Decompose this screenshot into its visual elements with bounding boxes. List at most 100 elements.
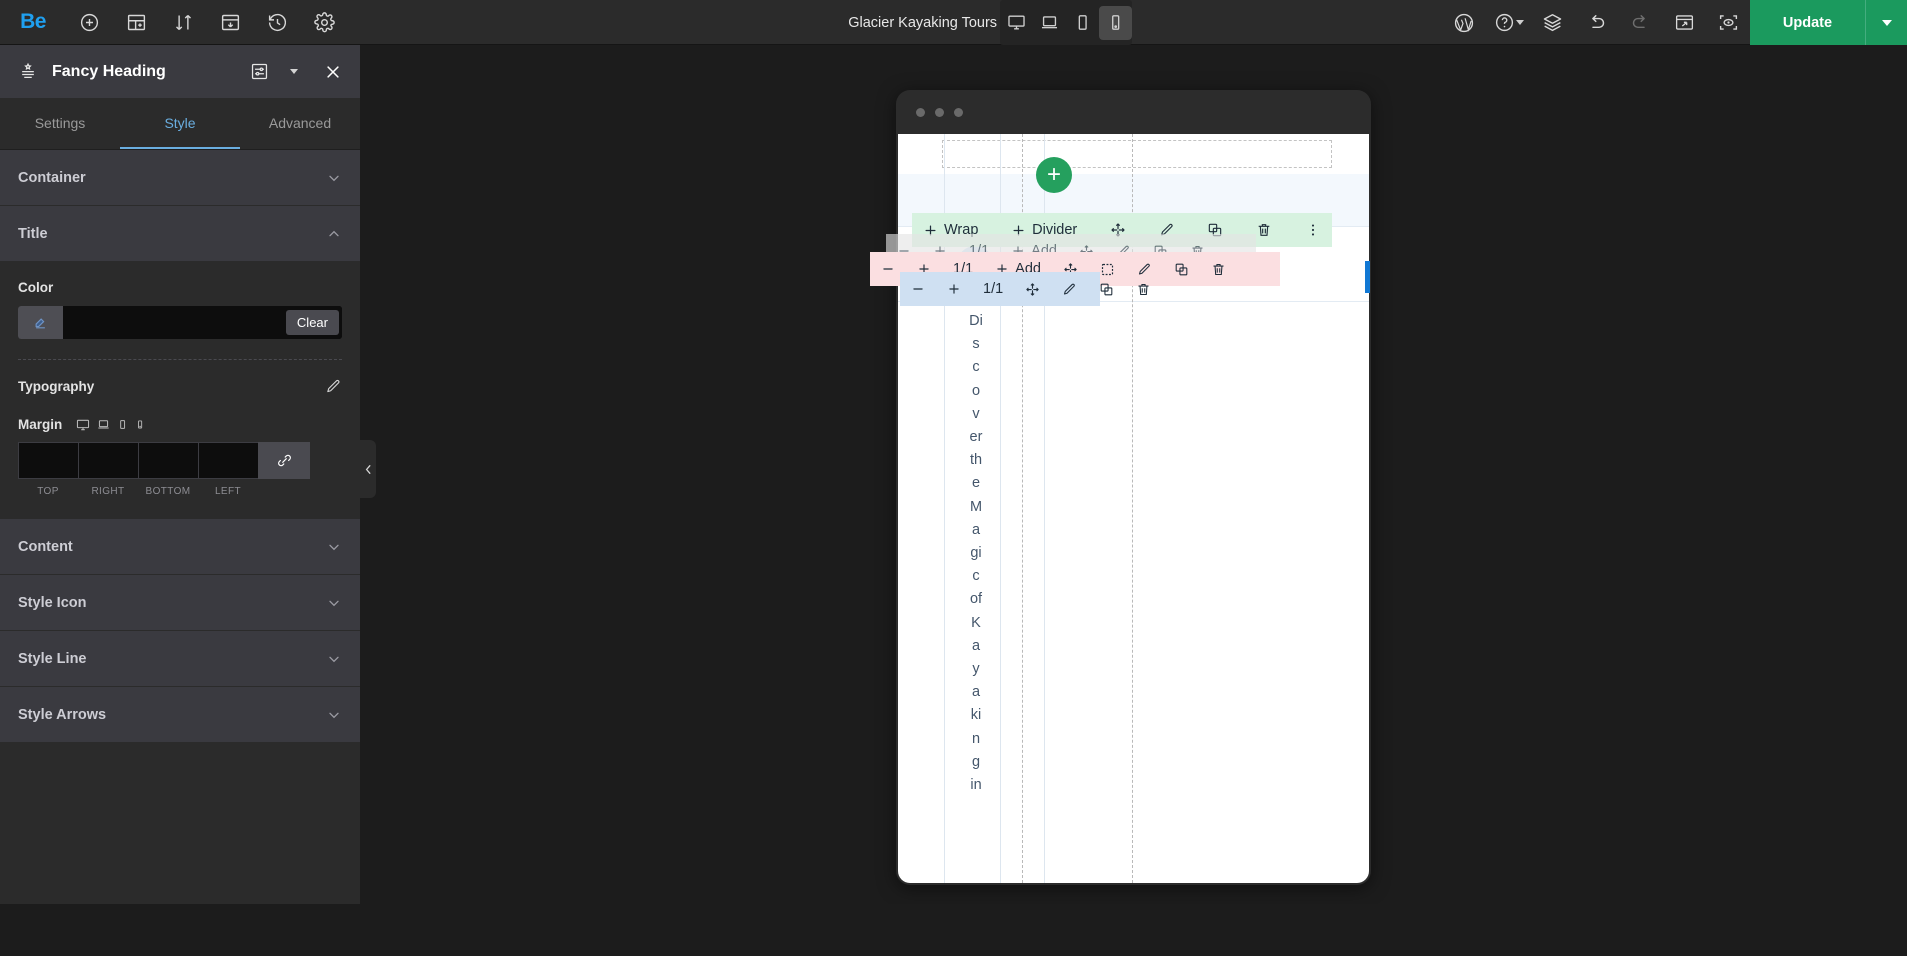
update-button[interactable]: Update <box>1750 0 1865 45</box>
element-delete-button[interactable] <box>1125 272 1162 306</box>
section-header-style-line[interactable]: Style Line <box>0 631 360 687</box>
margin-row: Margin <box>18 417 342 432</box>
device-desktop-button[interactable] <box>1000 0 1033 45</box>
device-mobile-button[interactable] <box>1099 5 1132 40</box>
typography-row: Typography <box>18 360 342 395</box>
top-toolbar-left-group: Be <box>0 0 348 45</box>
chevron-down-icon <box>326 170 342 186</box>
heading-fragment: n <box>971 730 981 747</box>
save-template-icon[interactable] <box>1662 0 1706 45</box>
top-toolbar-right-group: Update <box>1442 0 1907 45</box>
device-laptop-button[interactable] <box>1033 0 1066 45</box>
heading-fragment: o <box>971 382 981 399</box>
element-ratio-label: 1/1 <box>972 272 1014 306</box>
margin-bottom-label: BOTTOM <box>145 486 191 497</box>
undo-icon[interactable] <box>1574 0 1618 45</box>
redo-icon[interactable] <box>1618 0 1662 45</box>
margin-top-input[interactable] <box>19 443 78 478</box>
bricks-logo[interactable]: Be <box>0 0 66 45</box>
close-panel-icon[interactable] <box>324 63 342 81</box>
wordpress-icon[interactable] <box>1442 0 1486 45</box>
margin-left-cell[interactable] <box>198 442 258 479</box>
section-header-title[interactable]: Title <box>0 206 360 262</box>
margin-labels: TOP RIGHT BOTTOM LEFT <box>18 486 342 497</box>
element-edit-button[interactable] <box>1051 272 1088 306</box>
color-value-field[interactable]: Clear <box>63 306 342 339</box>
margin-inputs <box>18 442 342 479</box>
element-presets-icon[interactable] <box>250 62 269 81</box>
heading-fragment: of <box>969 591 983 608</box>
duplicate-icon <box>1175 263 1188 275</box>
heading-vertical-text[interactable]: Di s c o v er th e Ma gi c of Ka y a ki n g in <box>954 310 998 797</box>
element-settings-panel: Fancy Heading Settings Style Advanced Co… <box>0 45 360 904</box>
section-label-container: Container <box>18 169 86 186</box>
device-tablet-button[interactable] <box>1066 0 1099 45</box>
help-chevron-down-icon[interactable] <box>1516 20 1524 25</box>
breakpoint-laptop-icon[interactable] <box>97 418 110 431</box>
ratio-text: 1/1 <box>983 281 1004 297</box>
heading-fragment: e <box>971 475 981 492</box>
section-label-title: Title <box>18 225 48 242</box>
window-dot-minimize <box>935 107 944 117</box>
heading-fragment: th <box>969 452 983 469</box>
clear-color-button[interactable]: Clear <box>285 310 339 335</box>
sort-updown-icon[interactable] <box>160 0 207 45</box>
section-header-style-icon[interactable]: Style Icon <box>0 575 360 631</box>
margin-bottom-cell[interactable] <box>138 442 198 479</box>
breakpoint-mobile-icon[interactable] <box>135 418 145 431</box>
collapse-panel-button[interactable] <box>360 440 376 498</box>
element-move-handle[interactable] <box>1014 272 1051 306</box>
color-swatch-button[interactable] <box>18 306 63 339</box>
frame-titlebar <box>896 90 1371 134</box>
heading-fragment: er <box>969 429 983 446</box>
revisions-icon[interactable] <box>254 0 301 45</box>
margin-right-input[interactable] <box>79 443 138 478</box>
margin-top-label: TOP <box>37 486 59 497</box>
breakpoint-desktop-icon[interactable] <box>76 418 90 432</box>
section-header-style-arrows[interactable]: Style Arrows <box>0 687 360 743</box>
heading-fragment: ki <box>970 707 982 724</box>
tab-settings[interactable]: Settings <box>0 98 120 149</box>
heading-fragment: s <box>972 336 980 353</box>
settings-gear-icon[interactable] <box>301 0 348 45</box>
move-icon <box>1026 282 1039 296</box>
typography-edit-pencil-icon[interactable] <box>325 378 342 395</box>
add-section-button[interactable]: + <box>1036 157 1072 193</box>
margin-bottom-input[interactable] <box>139 443 198 478</box>
template-icon[interactable] <box>207 0 254 45</box>
margin-left-input[interactable] <box>199 443 258 478</box>
tab-advanced[interactable]: Advanced <box>240 98 360 149</box>
presets-chevron-down-icon[interactable] <box>290 69 298 74</box>
structure-icon[interactable] <box>113 0 160 45</box>
minus-icon <box>913 288 923 290</box>
element-duplicate-button[interactable] <box>1088 272 1125 306</box>
pencil-icon <box>1064 283 1075 295</box>
color-picker-row[interactable]: Clear <box>18 306 342 339</box>
section-more-options-button[interactable] <box>1294 213 1332 247</box>
margin-top-cell[interactable] <box>18 442 78 479</box>
vertical-dots-icon <box>1311 224 1314 236</box>
block-delete-button[interactable] <box>1200 252 1237 286</box>
update-options-button[interactable] <box>1865 0 1907 45</box>
section-header-container[interactable]: Container <box>0 150 360 206</box>
section-label-style-arrows: Style Arrows <box>18 706 107 723</box>
element-increase-button[interactable] <box>936 272 972 306</box>
heading-fragment: g <box>971 753 981 770</box>
margin-right-label: RIGHT <box>91 486 125 497</box>
tab-style[interactable]: Style <box>120 98 240 149</box>
element-decrease-button[interactable] <box>900 272 936 306</box>
device-preview-frame: H DiscovertheMagicofKayakingin <box>896 90 1371 885</box>
trash-icon <box>1213 263 1224 275</box>
section-header-content[interactable]: Content <box>0 519 360 575</box>
help-group <box>1486 0 1530 45</box>
preview-icon[interactable] <box>1706 0 1750 45</box>
heading-fragment: y <box>972 661 980 678</box>
fancy-heading-icon <box>18 62 38 82</box>
plus-icon <box>949 284 959 294</box>
margin-right-cell[interactable] <box>78 442 138 479</box>
add-element-icon[interactable] <box>66 0 113 45</box>
layers-icon[interactable] <box>1530 0 1574 45</box>
block-duplicate-button[interactable] <box>1163 252 1200 286</box>
breakpoint-tablet-icon[interactable] <box>117 418 128 431</box>
link-margin-values-icon[interactable] <box>258 442 310 479</box>
